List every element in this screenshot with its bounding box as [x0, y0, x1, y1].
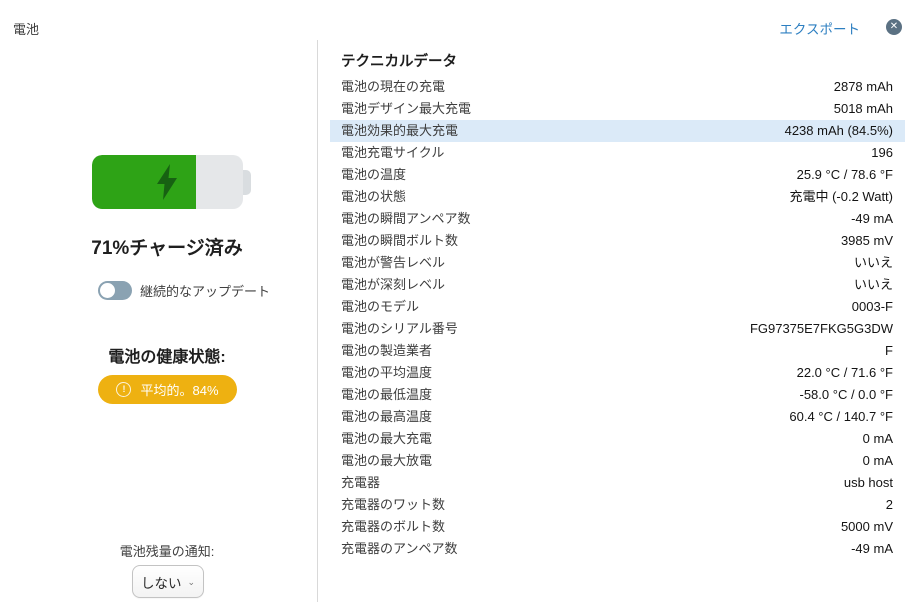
row-value: usb host	[844, 472, 893, 494]
notification-dropdown[interactable]: しない ⌄	[132, 565, 204, 598]
row-value: 22.0 °C / 71.6 °F	[797, 362, 893, 384]
row-value: 196	[871, 142, 893, 164]
close-icon[interactable]: ✕	[886, 19, 902, 35]
row-label: 電池の最高温度	[341, 406, 432, 428]
battery-health-badge: ! 平均的。84%	[98, 375, 237, 404]
table-row: 電池充電サイクル 196	[330, 142, 905, 164]
row-label: 電池が警告レベル	[341, 252, 445, 274]
row-value: 5018 mAh	[834, 98, 893, 120]
table-row: 電池の瞬間ボルト数 3985 mV	[330, 230, 905, 252]
row-label: 充電器のワット数	[341, 494, 445, 516]
row-value: FG97375E7FKG5G3DW	[750, 318, 893, 340]
row-label: 電池の温度	[341, 164, 406, 186]
health-badge-label: 平均的。84%	[140, 380, 218, 399]
table-row: 電池の最低温度 -58.0 °C / 0.0 °F	[330, 384, 905, 406]
row-value: いいえ	[854, 252, 893, 274]
battery-fill-level	[92, 155, 196, 209]
table-row: 充電器 usb host	[330, 472, 905, 494]
table-row: 充電器のボルト数 5000 mV	[330, 516, 905, 538]
row-value: -49 mA	[851, 538, 893, 560]
row-value: 2	[886, 494, 893, 516]
toggle-label: 継続的なアップデート	[140, 281, 270, 300]
row-value: 0003-F	[852, 296, 893, 318]
row-label: 電池の最大充電	[341, 428, 432, 450]
table-row: 電池の状態 充電中 (-0.2 Watt)	[330, 186, 905, 208]
table-row: 電池の平均温度 22.0 °C / 71.6 °F	[330, 362, 905, 384]
technical-data-title: テクニカルデータ	[341, 50, 457, 71]
row-value: いいえ	[854, 274, 893, 296]
row-label: 電池効果的最大充電	[341, 120, 458, 142]
table-row: 充電器のワット数 2	[330, 494, 905, 516]
table-row: 電池の温度 25.9 °C / 78.6 °F	[330, 164, 905, 186]
table-row: 電池が警告レベル いいえ	[330, 252, 905, 274]
row-value: 充電中 (-0.2 Watt)	[789, 186, 893, 208]
row-value: 0 mA	[863, 428, 893, 450]
table-row: 電池のシリアル番号 FG97375E7FKG5G3DW	[330, 318, 905, 340]
table-row: 電池の製造業者 F	[330, 340, 905, 362]
row-value: F	[885, 340, 893, 362]
row-label: 電池の現在の充電	[341, 76, 445, 98]
table-row: 電池の瞬間アンペア数 -49 mA	[330, 208, 905, 230]
table-row: 電池の現在の充電 2878 mAh	[330, 76, 905, 98]
continuous-update-toggle[interactable]	[98, 281, 132, 300]
warning-icon: !	[116, 382, 131, 397]
row-label: 電池の最低温度	[341, 384, 432, 406]
row-value: 4238 mAh (84.5%)	[785, 120, 893, 142]
row-value: 60.4 °C / 140.7 °F	[789, 406, 893, 428]
row-value: 25.9 °C / 78.6 °F	[797, 164, 893, 186]
panel-divider	[317, 40, 318, 602]
row-value: -58.0 °C / 0.0 °F	[800, 384, 894, 406]
row-label: 電池の状態	[341, 186, 406, 208]
row-label: 電池の瞬間アンペア数	[341, 208, 470, 230]
continuous-update-row: 継続的なアップデート	[98, 280, 270, 300]
table-row: 電池の最大充電 0 mA	[330, 428, 905, 450]
table-row: 電池の最高温度 60.4 °C / 140.7 °F	[330, 406, 905, 428]
row-label: 電池の製造業者	[341, 340, 432, 362]
row-value: 2878 mAh	[834, 76, 893, 98]
tech-rows: 電池の現在の充電 2878 mAh 電池デザイン最大充電 5018 mAh 電池…	[330, 76, 905, 560]
table-row: 電池が深刻レベル いいえ	[330, 274, 905, 296]
row-label: 電池のモデル	[341, 296, 419, 318]
battery-body	[92, 155, 243, 209]
notification-dropdown-value: しない	[141, 572, 182, 592]
row-label: 電池の最大放電	[341, 450, 432, 472]
table-row: 電池のモデル 0003-F	[330, 296, 905, 318]
row-value: 3985 mV	[841, 230, 893, 252]
row-label: 電池が深刻レベル	[341, 274, 445, 296]
row-value: 0 mA	[863, 450, 893, 472]
row-value: 5000 mV	[841, 516, 893, 538]
battery-notification-label: 電池残量の通知:	[47, 541, 287, 560]
table-row: 電池デザイン最大充電 5018 mAh	[330, 98, 905, 120]
export-button[interactable]: エクスポート	[779, 18, 860, 38]
row-label: 充電器のアンペア数	[341, 538, 457, 560]
page-title: 電池	[13, 19, 39, 38]
row-label: 電池の瞬間ボルト数	[341, 230, 458, 252]
row-label: 充電器のボルト数	[341, 516, 445, 538]
charge-percent-text: 71%チャージ済み	[47, 233, 287, 260]
row-label: 電池のシリアル番号	[341, 318, 458, 340]
toggle-knob	[100, 283, 115, 298]
battery-cap	[243, 170, 251, 195]
table-row: 電池の最大放電 0 mA	[330, 450, 905, 472]
row-value: -49 mA	[851, 208, 893, 230]
chevron-down-icon: ⌄	[187, 577, 195, 588]
charging-bolt-icon	[156, 164, 178, 200]
row-label: 電池デザイン最大充電	[341, 98, 471, 120]
row-label: 電池の平均温度	[341, 362, 432, 384]
table-row: 充電器のアンペア数 -49 mA	[330, 538, 905, 560]
row-label: 電池充電サイクル	[341, 142, 444, 164]
battery-health-heading: 電池の健康状態:	[47, 343, 287, 367]
battery-app-window: 電池 エクスポート ✕ 71%チャージ済み 継続的なアップデート 電池の健康状態…	[0, 0, 921, 614]
row-label: 充電器	[341, 472, 380, 494]
battery-icon	[92, 155, 243, 209]
table-row: 電池効果的最大充電 4238 mAh (84.5%)	[330, 120, 905, 142]
